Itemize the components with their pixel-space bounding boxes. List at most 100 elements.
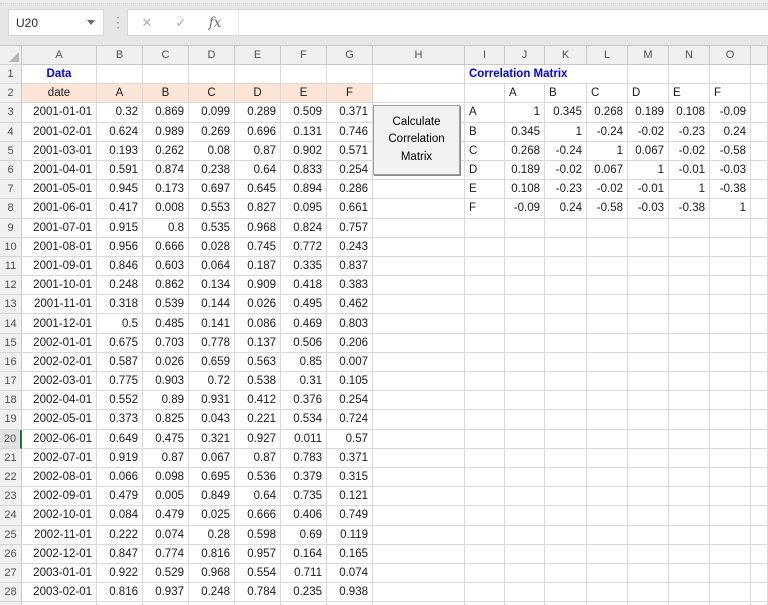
cell-G6[interactable]: 0.254 — [327, 160, 373, 181]
cell-J10[interactable] — [505, 237, 545, 257]
name-box[interactable]: U20 — [8, 9, 104, 36]
cell-P23[interactable] — [751, 487, 768, 507]
cell-M18[interactable] — [628, 391, 669, 411]
cell-D17[interactable]: 0.72 — [189, 372, 235, 392]
cell-H1[interactable] — [373, 65, 465, 85]
cell-P2[interactable] — [751, 84, 768, 104]
cell-P12[interactable] — [751, 276, 768, 296]
cell-D9[interactable]: 0.535 — [189, 218, 235, 238]
cell-M13[interactable] — [628, 295, 669, 315]
cell-B6[interactable]: 0.591 — [97, 160, 143, 181]
cell-D25[interactable]: 0.28 — [189, 525, 235, 545]
cell-C27[interactable]: 0.529 — [143, 563, 189, 584]
cell-O24[interactable] — [710, 506, 751, 526]
cell-G26[interactable]: 0.165 — [327, 544, 373, 564]
cell-E4[interactable]: 0.696 — [235, 122, 281, 142]
cell-E25[interactable]: 0.598 — [235, 525, 281, 545]
cell-K4[interactable]: 1 — [545, 122, 587, 142]
cell-L13[interactable] — [587, 295, 628, 315]
cell-K13[interactable] — [545, 295, 587, 315]
cell-F25[interactable]: 0.69 — [281, 525, 327, 545]
cell-L8[interactable]: -0.58 — [587, 199, 628, 219]
cell-I19[interactable] — [465, 410, 505, 430]
cell-B21[interactable]: 0.919 — [97, 448, 143, 468]
cell-L23[interactable] — [587, 487, 628, 507]
cell-F1[interactable] — [281, 65, 327, 85]
cell-A5[interactable]: 2001-03-01 — [22, 141, 97, 161]
cell-C15[interactable]: 0.703 — [143, 333, 189, 353]
cell-L10[interactable] — [587, 237, 628, 257]
col-header-F[interactable]: F — [281, 46, 327, 65]
cell-G24[interactable]: 0.749 — [327, 506, 373, 526]
cell-E3[interactable]: 0.289 — [235, 103, 281, 123]
cell-L14[interactable] — [587, 314, 628, 334]
cell-M11[interactable] — [628, 256, 669, 277]
cell-I23[interactable] — [465, 487, 505, 507]
row-header-25[interactable]: 25 — [0, 525, 22, 545]
cell-M21[interactable] — [628, 448, 669, 468]
cell-O27[interactable] — [710, 563, 751, 584]
cell-O18[interactable] — [710, 391, 751, 411]
cell-N16[interactable] — [669, 352, 710, 372]
col-header-E[interactable]: E — [235, 46, 281, 65]
cell-D13[interactable]: 0.144 — [189, 295, 235, 315]
cell-D21[interactable]: 0.067 — [189, 448, 235, 468]
cell-L12[interactable] — [587, 276, 628, 296]
cell-M20[interactable] — [628, 429, 669, 449]
cell-K19[interactable] — [545, 410, 587, 430]
cell-C23[interactable]: 0.005 — [143, 487, 189, 507]
cell-J3[interactable]: 1 — [505, 103, 545, 123]
cell-N14[interactable] — [669, 314, 710, 334]
cell-G19[interactable]: 0.724 — [327, 410, 373, 430]
cell-K26[interactable] — [545, 544, 587, 564]
cell-H8[interactable] — [373, 199, 465, 219]
cell-B9[interactable]: 0.915 — [97, 218, 143, 238]
cell-I3[interactable]: A — [465, 103, 505, 123]
cell-K27[interactable] — [545, 563, 587, 584]
cell-J12[interactable] — [505, 276, 545, 296]
cell-I6[interactable]: D — [465, 160, 505, 181]
cell-K8[interactable]: 0.24 — [545, 199, 587, 219]
cell-C20[interactable]: 0.475 — [143, 429, 189, 449]
cell-J27[interactable] — [505, 563, 545, 584]
cell-O11[interactable] — [710, 256, 751, 277]
col-header-I[interactable]: I — [465, 46, 505, 65]
cell-K25[interactable] — [545, 525, 587, 545]
cell-N17[interactable] — [669, 372, 710, 392]
cell-I11[interactable] — [465, 256, 505, 277]
cell-C14[interactable]: 0.485 — [143, 314, 189, 334]
cell-E1[interactable] — [235, 65, 281, 85]
cell-I9[interactable] — [465, 218, 505, 238]
cell-P4[interactable] — [751, 122, 768, 142]
cell-E17[interactable]: 0.538 — [235, 372, 281, 392]
cell-J18[interactable] — [505, 391, 545, 411]
cell-E18[interactable]: 0.412 — [235, 391, 281, 411]
cell-K18[interactable] — [545, 391, 587, 411]
cell-L21[interactable] — [587, 448, 628, 468]
cell-N2[interactable]: E — [669, 84, 710, 104]
cell-C11[interactable]: 0.603 — [143, 256, 189, 277]
cell-D27[interactable]: 0.968 — [189, 563, 235, 584]
cell-F7[interactable]: 0.894 — [281, 180, 327, 200]
cell-F13[interactable]: 0.495 — [281, 295, 327, 315]
cell-J28[interactable] — [505, 583, 545, 603]
cell-P5[interactable] — [751, 141, 768, 161]
cell-N28[interactable] — [669, 583, 710, 603]
cell-K23[interactable] — [545, 487, 587, 507]
cell-O8[interactable]: 1 — [710, 199, 751, 219]
cell-G20[interactable]: 0.57 — [327, 429, 373, 449]
cell-D19[interactable]: 0.043 — [189, 410, 235, 430]
cell-D2[interactable]: C — [189, 84, 235, 104]
cell-L27[interactable] — [587, 563, 628, 584]
cell-E21[interactable]: 0.87 — [235, 448, 281, 468]
cell-D28[interactable]: 0.248 — [189, 583, 235, 603]
row-header-24[interactable]: 24 — [0, 506, 22, 526]
cell-O21[interactable] — [710, 448, 751, 468]
cell-B4[interactable]: 0.624 — [97, 122, 143, 142]
cell-P15[interactable] — [751, 333, 768, 353]
cell-N5[interactable]: -0.02 — [669, 141, 710, 161]
row-header-23[interactable]: 23 — [0, 487, 22, 507]
cell-I2[interactable] — [465, 84, 505, 104]
col-header-J[interactable]: J — [505, 46, 545, 65]
cell-F26[interactable]: 0.164 — [281, 544, 327, 564]
